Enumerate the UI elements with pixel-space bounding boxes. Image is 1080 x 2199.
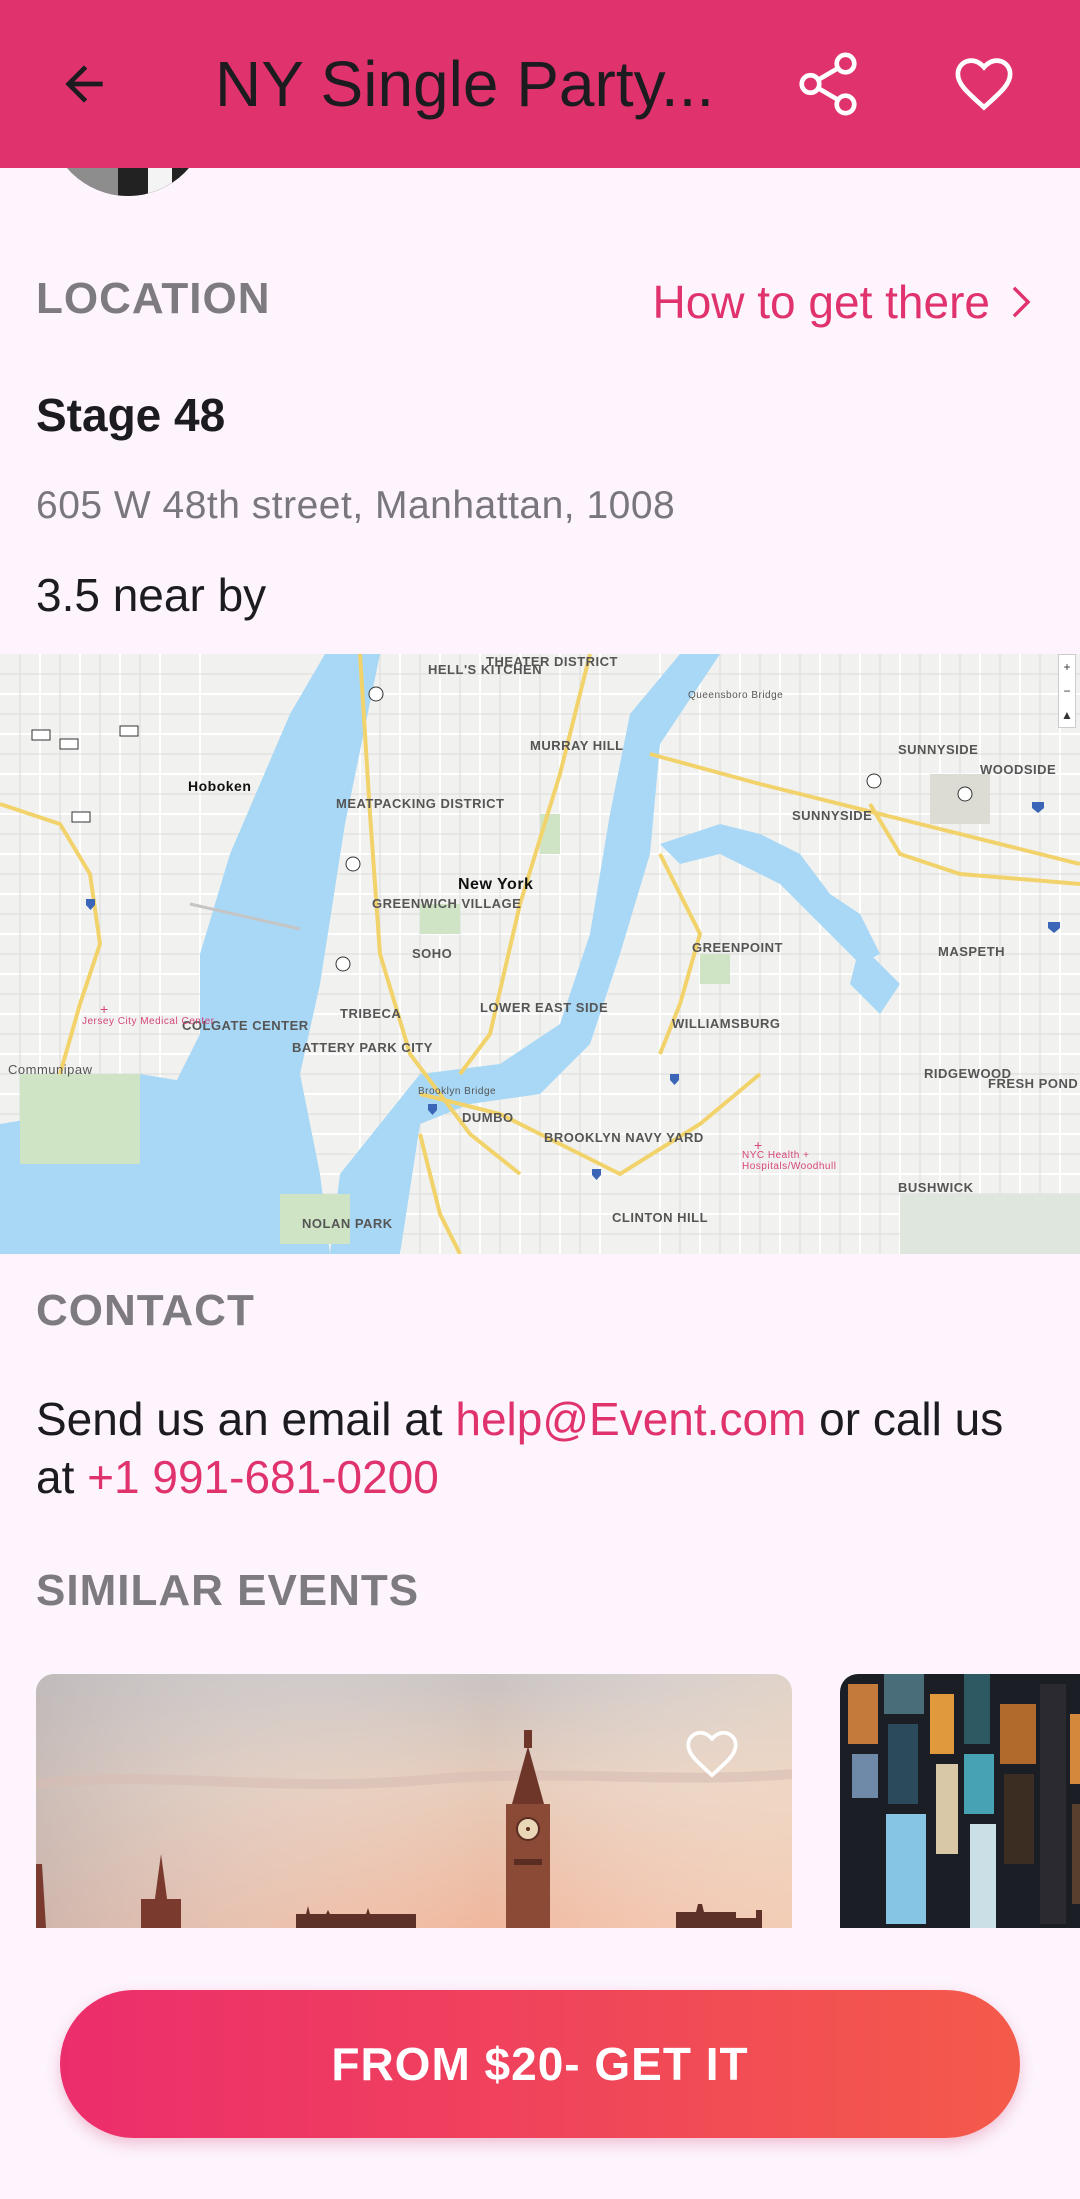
map-label-nyc-health: NYC Health + Hospitals/Woodhull (742, 1150, 837, 1172)
get-tickets-button[interactable]: FROM $20- GET IT (60, 1990, 1020, 2138)
distance-text: 3.5 near by (36, 569, 267, 621)
map-label-greenpoint: GREENPOINT (692, 940, 783, 955)
svg-text:+: + (100, 1001, 108, 1017)
map-label-communipaw: Communipaw (8, 1062, 93, 1077)
contact-text: Send us an email at help@Event.com or ca… (36, 1390, 1046, 1506)
map-label-clinton-hill: CLINTON HILL (612, 1210, 709, 1225)
event-image-city-night (840, 1674, 1080, 1928)
arrow-left-icon (65, 65, 103, 103)
map-label-theater-district: THEATER DISTRICT (486, 654, 618, 669)
page-title: NY Single Party... (215, 48, 715, 120)
zoom-in-control[interactable]: + (1063, 660, 1070, 674)
location-map[interactable]: + + HELL'S KITCHEN THEATER DISTRICT MURRA… (0, 654, 1080, 1254)
map-zoom-controls[interactable]: + − ▲ (1058, 654, 1076, 728)
map-label-brooklyn-navy: BROOKLYN NAVY YARD (544, 1130, 704, 1145)
directions-link[interactable]: How to get there (652, 270, 1038, 334)
venue-address: 605 W 48th street, Manhattan, 1008 (36, 484, 676, 527)
location-section-label: LOCATION (36, 274, 271, 323)
contact-section-label: CONTACT (36, 1286, 255, 1335)
map-label-sunnyside-1: SUNNYSIDE (898, 742, 979, 757)
map-label-brooklyn-bridge: Brooklyn Bridge (418, 1086, 497, 1097)
venue-name: Stage 48 (36, 389, 226, 441)
similar-events-section-label: SIMILAR EVENTS (36, 1566, 420, 1615)
event-detail-page: NY Single Party... LOCATION How to get t… (0, 0, 1080, 2199)
map-label-meatpacking: MEATPACKING DISTRICT (336, 796, 505, 811)
share-icon (799, 52, 857, 116)
contact-phone-link[interactable]: +1 991-681-0200 (87, 1451, 439, 1503)
heart-outline-icon (955, 58, 1013, 111)
zoom-out-control[interactable]: − (1063, 684, 1070, 698)
event-image-london (36, 1674, 792, 1928)
map-label-hoboken: Hoboken (188, 778, 252, 794)
map-label-lower-east-side: LOWER EAST SIDE (480, 1000, 609, 1015)
map-label-fresh-pond: FRESH POND (988, 1076, 1079, 1091)
favorite-button[interactable] (934, 34, 1034, 134)
map-label-jersey-city-medical: Jersey City Medical Center (82, 1016, 215, 1027)
map-label-dumbo: DUMBO (462, 1110, 514, 1125)
heart-outline-icon[interactable] (682, 1724, 742, 1784)
map-label-nolan-park: NOLAN PARK (302, 1216, 393, 1231)
map-label-murray-hill: MURRAY HILL (530, 738, 624, 753)
contact-text-before: Send us an email at (36, 1393, 456, 1445)
map-label-woodside: WOODSIDE (980, 762, 1057, 777)
map-label-new-york: New York (458, 876, 534, 893)
top-app-bar: NY Single Party... (0, 0, 1080, 168)
map-label-bushwick: BUSHWICK (898, 1180, 974, 1195)
contact-email-link[interactable]: help@Event.com (455, 1393, 806, 1445)
map-label-greenwich: GREENWICH VILLAGE (372, 896, 522, 911)
compass-control[interactable]: ▲ (1061, 708, 1073, 722)
map-label-tribeca: TRIBECA (340, 1006, 402, 1021)
similar-event-card[interactable] (840, 1674, 1080, 1928)
map-label-battery-park: BATTERY PARK CITY (292, 1040, 433, 1055)
chevron-right-icon (1012, 286, 1031, 318)
map-label-soho: SOHO (412, 946, 453, 961)
map-label-queensboro: Queensboro Bridge (688, 690, 784, 701)
map-label-sunnyside-2: SUNNYSIDE (792, 808, 873, 823)
similar-event-card[interactable] (36, 1674, 792, 1928)
back-button[interactable] (34, 34, 134, 134)
share-button[interactable] (778, 34, 878, 134)
map-label-maspeth: MASPETH (938, 944, 1006, 959)
directions-link-label: How to get there (652, 276, 990, 328)
map-label-williamsburg: WILLIAMSBURG (672, 1016, 781, 1031)
